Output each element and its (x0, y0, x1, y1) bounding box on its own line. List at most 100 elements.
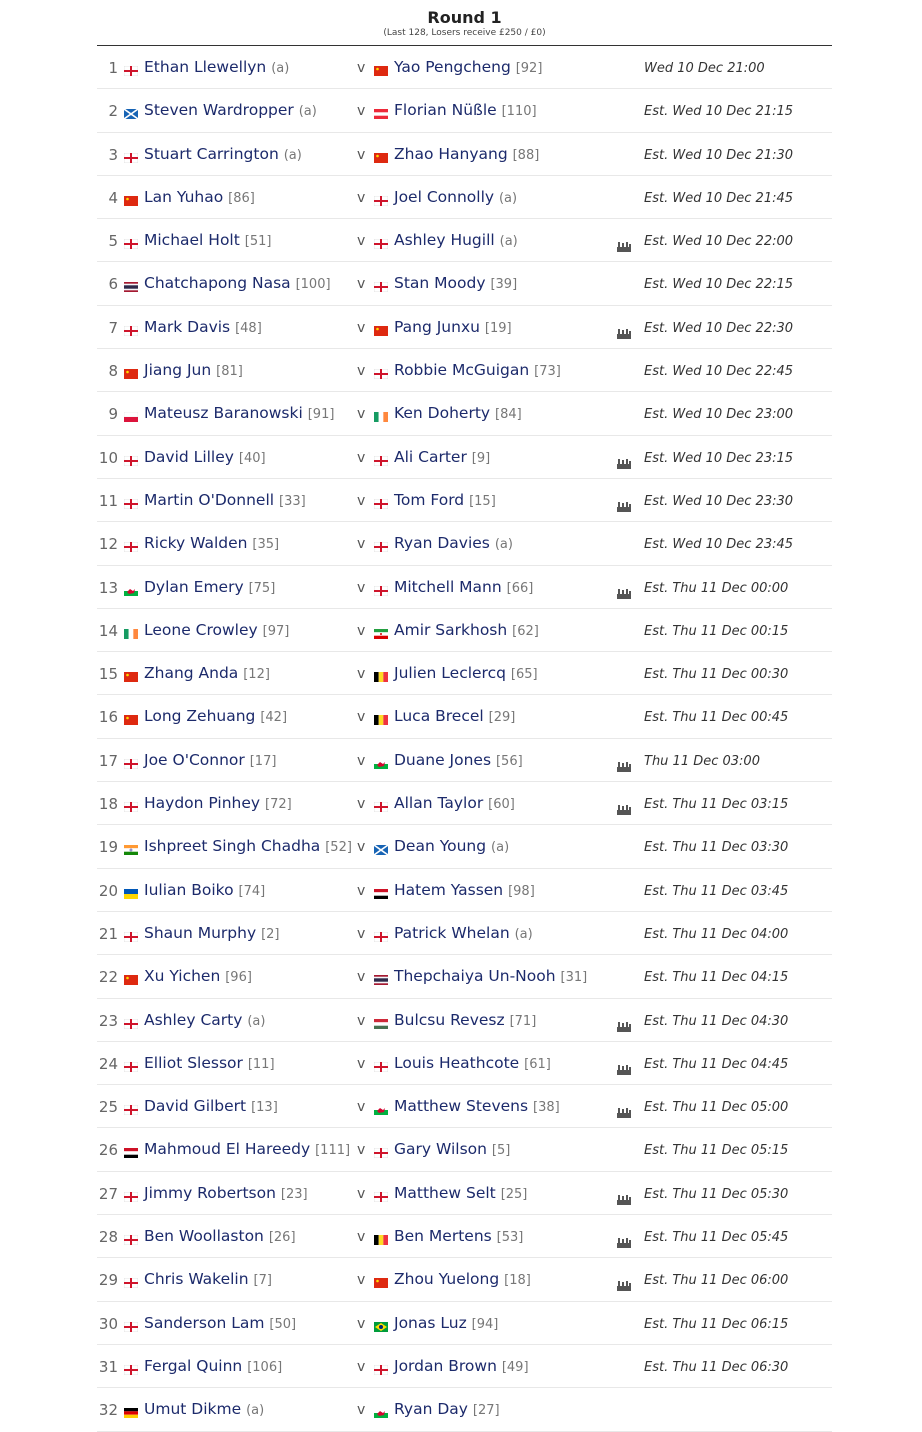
player-two[interactable]: Hatem Yassen [98] (394, 880, 535, 902)
player-two[interactable]: Ashley Hugill (a) (394, 230, 518, 252)
match-row[interactable]: 6 Chatchapong Nasa [100] v Stan Moody [39] E… (97, 262, 832, 306)
match-row[interactable]: 2 Steven Wardropper (a) v Florian Nüßle [11… (97, 89, 832, 133)
player-two[interactable]: Amir Sarkhosh [62] (394, 620, 539, 642)
match-row[interactable]: 9 Mateusz Baranowski [91] v Ken Doherty [84… (97, 392, 832, 436)
player-two-name[interactable]: Matthew Selt (394, 1184, 496, 1202)
player-two-name[interactable]: Jordan Brown (394, 1357, 497, 1375)
player-one[interactable]: Dylan Emery [75] (144, 577, 275, 599)
player-two-name[interactable]: Ryan Davies (394, 534, 490, 552)
player-one-name[interactable]: Chatchapong Nasa (144, 274, 291, 292)
player-one-name[interactable]: Sanderson Lam (144, 1314, 264, 1332)
player-one-name[interactable]: Chris Wakelin (144, 1270, 249, 1288)
match-row[interactable]: 11 Martin O'Donnell [33] v Tom Ford [15] Est… (97, 479, 832, 523)
player-one-name[interactable]: Fergal Quinn (144, 1357, 242, 1375)
player-two-name[interactable]: Zhao Hanyang (394, 145, 508, 163)
player-one[interactable]: Michael Holt [51] (144, 230, 271, 252)
player-two-name[interactable]: Julien Leclercq (394, 664, 506, 682)
player-one[interactable]: Haydon Pinhey [72] (144, 793, 292, 815)
match-row[interactable]: 16 Long Zehuang [42] v Luca Brecel [29] Est.… (97, 695, 832, 739)
player-two-name[interactable]: Joel Connolly (394, 188, 494, 206)
player-one[interactable]: Elliot Slessor [11] (144, 1053, 275, 1075)
player-two[interactable]: Patrick Whelan (a) (394, 923, 533, 945)
player-two-name[interactable]: Ryan Day (394, 1400, 468, 1418)
player-two[interactable]: Dean Young (a) (394, 836, 509, 858)
match-row[interactable]: 4 Lan Yuhao [86] v Joel Connolly (a) Est. We… (97, 176, 832, 220)
match-row[interactable]: 32 Umut Dikme (a) v Ryan Day [27] (97, 1388, 832, 1432)
match-row[interactable]: 15 Zhang Anda [12] v Julien Leclercq [65] Es… (97, 652, 832, 696)
player-two[interactable]: Luca Brecel [29] (394, 706, 515, 728)
player-two-name[interactable]: Patrick Whelan (394, 924, 510, 942)
match-row[interactable]: 7 Mark Davis [48] v Pang Junxu [19] Est. Wed… (97, 306, 832, 350)
player-two-name[interactable]: Tom Ford (394, 491, 464, 509)
player-one[interactable]: Shaun Murphy [2] (144, 923, 280, 945)
player-one[interactable]: Chatchapong Nasa [100] (144, 273, 331, 295)
player-one-name[interactable]: David Lilley (144, 448, 234, 466)
player-two[interactable]: Louis Heathcote [61] (394, 1053, 551, 1075)
player-two-name[interactable]: Allan Taylor (394, 794, 483, 812)
match-row[interactable]: 24 Elliot Slessor [11] v Louis Heathcote [6… (97, 1042, 832, 1086)
match-row[interactable]: 10 David Lilley [40] v Ali Carter [9] Est. W… (97, 436, 832, 479)
player-one[interactable]: Long Zehuang [42] (144, 706, 287, 728)
player-one-name[interactable]: Jiang Jun (144, 361, 211, 379)
match-row[interactable]: 13 Dylan Emery [75] v Mitchell Mann [66] Est… (97, 566, 832, 609)
player-one[interactable]: David Lilley [40] (144, 447, 266, 469)
player-two[interactable]: Zhou Yuelong [18] (394, 1269, 531, 1291)
match-row[interactable]: 18 Haydon Pinhey [72] v Allan Taylor [60] Es… (97, 782, 832, 826)
player-two[interactable]: Ken Doherty [84] (394, 403, 522, 425)
player-two[interactable]: Florian Nüßle [110] (394, 100, 537, 122)
player-one[interactable]: Fergal Quinn [106] (144, 1356, 282, 1378)
player-two[interactable]: Matthew Selt [25] (394, 1183, 527, 1205)
match-row[interactable]: 30 Sanderson Lam [50] v Jonas Luz [94] Est. … (97, 1302, 832, 1345)
player-one-name[interactable]: Ishpreet Singh Chadha (144, 837, 320, 855)
player-one[interactable]: Mark Davis [48] (144, 317, 262, 339)
player-one[interactable]: Steven Wardropper (a) (144, 100, 317, 122)
player-two[interactable]: Yao Pengcheng [92] (394, 57, 542, 79)
player-one-name[interactable]: Martin O'Donnell (144, 491, 274, 509)
player-two-name[interactable]: Jonas Luz (394, 1314, 467, 1332)
match-row[interactable]: 29 Chris Wakelin [7] v Zhou Yuelong [18] Est… (97, 1258, 832, 1302)
player-two-name[interactable]: Amir Sarkhosh (394, 621, 507, 639)
player-one-name[interactable]: Zhang Anda (144, 664, 238, 682)
player-one[interactable]: Umut Dikme (a) (144, 1399, 264, 1421)
player-one-name[interactable]: Jimmy Robertson (144, 1184, 276, 1202)
match-row[interactable]: 23 Ashley Carty (a) v Bulcsu Revesz [71] Est… (97, 999, 832, 1042)
player-one-name[interactable]: Joe O'Connor (144, 751, 245, 769)
player-one-name[interactable]: Ricky Walden (144, 534, 247, 552)
player-two-name[interactable]: Zhou Yuelong (394, 1270, 499, 1288)
player-one-name[interactable]: Mahmoud El Hareedy (144, 1140, 310, 1158)
player-one-name[interactable]: Ashley Carty (144, 1011, 242, 1029)
player-one[interactable]: Ishpreet Singh Chadha [52] (144, 836, 352, 858)
match-row[interactable]: 14 Leone Crowley [97] v Amir Sarkhosh [62] E… (97, 609, 832, 653)
player-two-name[interactable]: Dean Young (394, 837, 486, 855)
player-one[interactable]: Joe O'Connor [17] (144, 750, 276, 772)
player-one-name[interactable]: Steven Wardropper (144, 101, 294, 119)
match-row[interactable]: 22 Xu Yichen [96] v Thepchaiya Un-Nooh [31]… (97, 955, 832, 999)
match-row[interactable]: 12 Ricky Walden [35] v Ryan Davies (a) Est. … (97, 522, 832, 566)
player-one-name[interactable]: Iulian Boiko (144, 881, 234, 899)
player-one-name[interactable]: Stuart Carrington (144, 145, 279, 163)
match-row[interactable]: 3 Stuart Carrington (a) v Zhao Hanyang [88]… (97, 133, 832, 176)
player-two[interactable]: Joel Connolly (a) (394, 187, 517, 209)
player-two-name[interactable]: Mitchell Mann (394, 578, 502, 596)
player-two[interactable]: Ben Mertens [53] (394, 1226, 523, 1248)
player-two[interactable]: Jonas Luz [94] (394, 1313, 498, 1335)
player-one-name[interactable]: Ethan Llewellyn (144, 58, 266, 76)
player-two-name[interactable]: Louis Heathcote (394, 1054, 519, 1072)
player-two[interactable]: Stan Moody [39] (394, 273, 517, 295)
player-one-name[interactable]: Lan Yuhao (144, 188, 223, 206)
player-one-name[interactable]: Umut Dikme (144, 1400, 241, 1418)
player-one[interactable]: Lan Yuhao [86] (144, 187, 255, 209)
match-row[interactable]: 27 Jimmy Robertson [23] v Matthew Selt [25]… (97, 1172, 832, 1216)
player-two[interactable]: Matthew Stevens [38] (394, 1096, 560, 1118)
match-row[interactable]: 25 David Gilbert [13] v Matthew Stevens [38… (97, 1085, 832, 1129)
match-row[interactable]: 17 Joe O'Connor [17] v Duane Jones [56] Thu … (97, 739, 832, 783)
player-two[interactable]: Tom Ford [15] (394, 490, 496, 512)
player-one[interactable]: Mateusz Baranowski [91] (144, 403, 334, 425)
player-one-name[interactable]: Elliot Slessor (144, 1054, 243, 1072)
player-two[interactable]: Zhao Hanyang [88] (394, 144, 539, 166)
player-two-name[interactable]: Bulcsu Revesz (394, 1011, 505, 1029)
player-one-name[interactable]: Mark Davis (144, 318, 230, 336)
player-one[interactable]: Leone Crowley [97] (144, 620, 289, 642)
player-one-name[interactable]: David Gilbert (144, 1097, 246, 1115)
player-two[interactable]: Ryan Day [27] (394, 1399, 500, 1421)
